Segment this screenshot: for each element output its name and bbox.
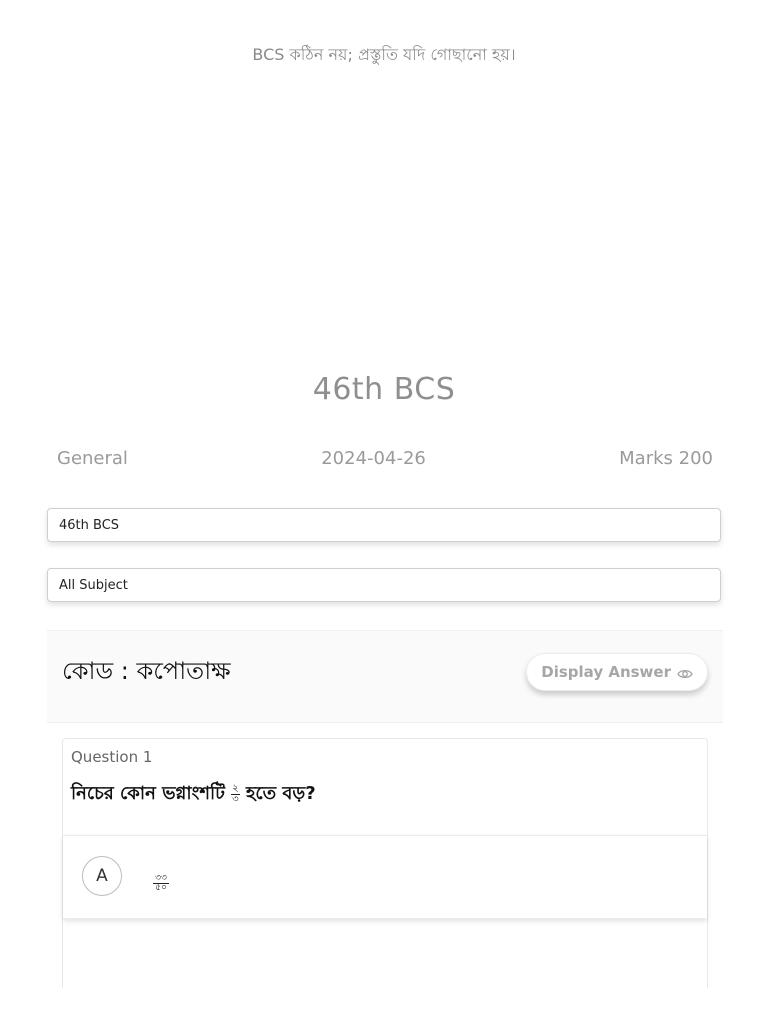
page: BCS কঠিন নয়; প্রস্তুতি যদি গোছানো হয়। … bbox=[0, 0, 768, 1024]
option-fraction: ৩৩ ৫০ bbox=[153, 874, 169, 893]
question-text: নিচের কোন ভগ্নাংশটি ২ ৩ হতে বড়? bbox=[71, 779, 316, 810]
subject-select[interactable]: All Subject bbox=[47, 568, 721, 602]
display-answer-button[interactable]: Display Answer bbox=[526, 653, 708, 691]
exam-title: 46th BCS bbox=[312, 372, 456, 407]
tagline: BCS কঠিন নয়; প্রস্তুতি যদি গোছানো হয়। bbox=[252, 45, 516, 64]
option-a[interactable]: A ৩৩ ৫০ bbox=[63, 835, 707, 919]
exam-category: General bbox=[57, 448, 128, 469]
question-text-after: হতে বড়? bbox=[245, 783, 316, 804]
exam-date: 2024-04-26 bbox=[321, 448, 426, 469]
option-numerator: ৩৩ bbox=[155, 873, 167, 883]
question-card: Question 1 নিচের কোন ভগ্নাংশটি ২ ৩ হতে ব… bbox=[62, 738, 708, 988]
option-letter-badge: A bbox=[82, 856, 122, 896]
question-text-before: নিচের কোন ভগ্নাংশটি bbox=[71, 783, 225, 804]
option-value: ৩৩ ৫০ bbox=[153, 865, 169, 893]
exam-marks: Marks 200 bbox=[619, 448, 713, 469]
code-label: কোড : কপোতাক্ষ bbox=[62, 657, 231, 685]
fraction-denominator: ৩ bbox=[232, 794, 239, 805]
question-number: Question 1 bbox=[71, 748, 153, 766]
exam-meta-row: General 2024-04-26 Marks 200 bbox=[57, 448, 713, 469]
question-fraction: ২ ৩ bbox=[230, 783, 240, 805]
fraction-numerator: ২ bbox=[232, 783, 239, 794]
code-panel: কোড : কপোতাক্ষ Display Answer bbox=[47, 630, 723, 723]
eye-icon bbox=[677, 666, 693, 679]
exam-select[interactable]: 46th BCS bbox=[47, 508, 721, 542]
display-answer-label: Display Answer bbox=[541, 663, 671, 681]
option-denominator: ৫০ bbox=[155, 883, 167, 893]
